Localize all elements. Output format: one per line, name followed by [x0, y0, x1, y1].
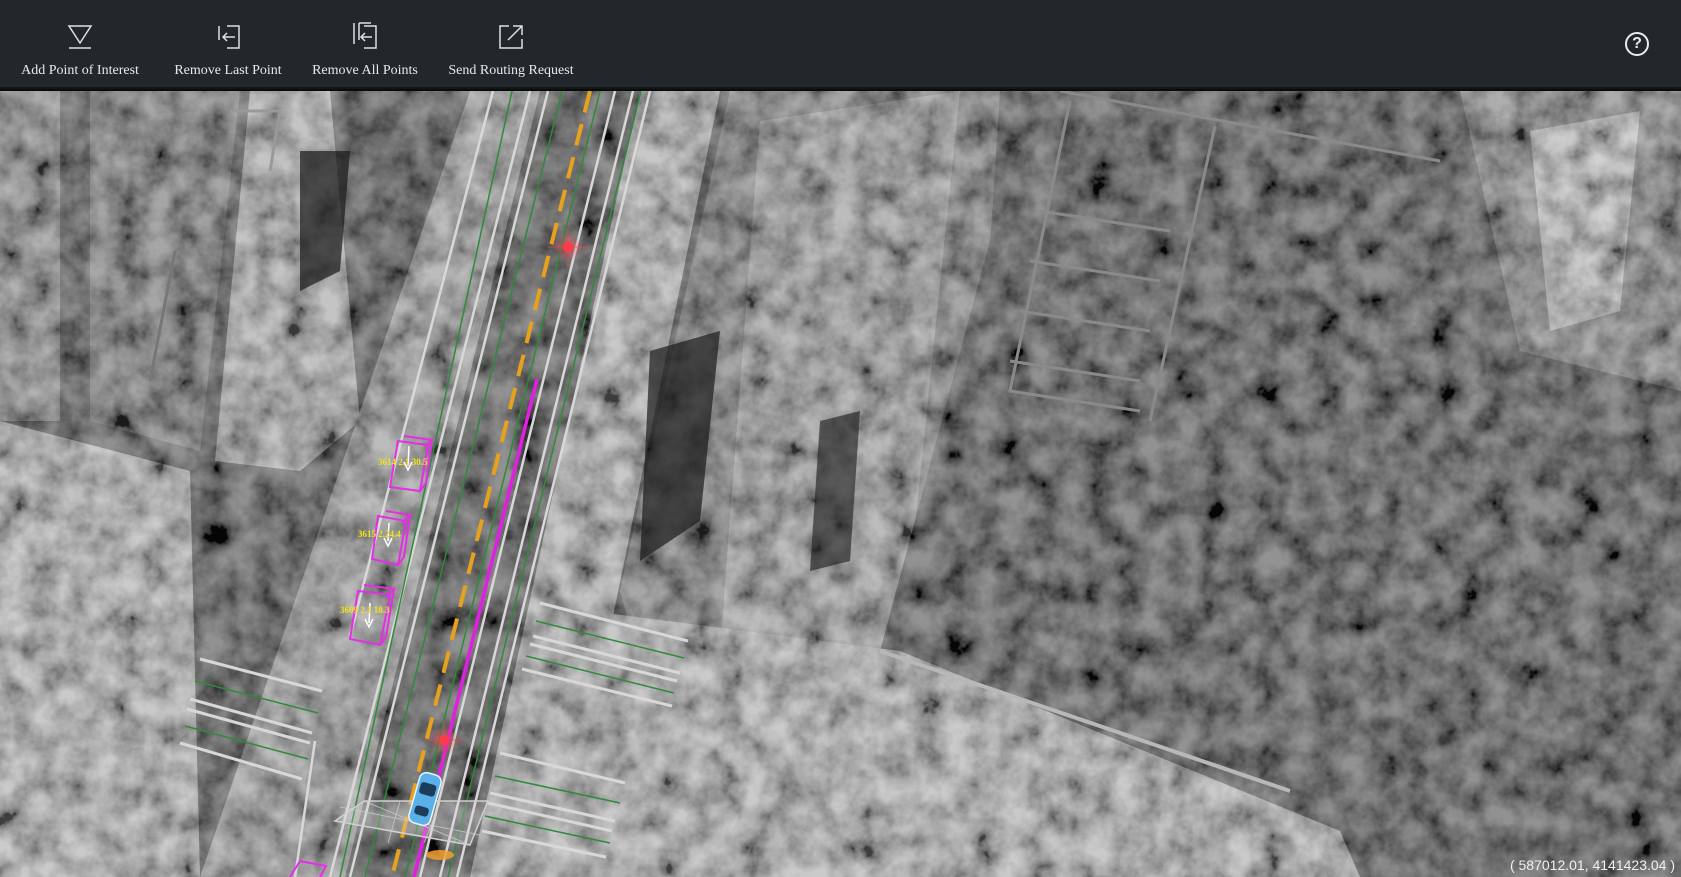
- obstacle-label: 3614 2.1 30.5: [378, 457, 428, 467]
- remove-last-point-icon: [218, 25, 240, 49]
- help-icon: ?: [1632, 35, 1642, 52]
- send-routing-request-icon: [499, 25, 523, 49]
- remove-all-points-label: Remove All Points: [312, 63, 418, 78]
- send-routing-request-label: Send Routing Request: [448, 63, 574, 78]
- aerial-imagery: [0, 91, 1681, 877]
- obstacle-label: 3609 2.1 18.3: [340, 605, 390, 615]
- map-canvas: 3614 2.1 30.5 3615 2.24.4 3609 2.1 18.3: [0, 91, 1681, 877]
- add-point-of-interest-button[interactable]: Add Point of Interest: [21, 0, 139, 89]
- add-point-of-interest-label: Add Point of Interest: [21, 63, 139, 78]
- remove-all-points-icon: [353, 22, 377, 49]
- send-routing-request-button[interactable]: Send Routing Request: [446, 0, 576, 89]
- remove-all-points-button[interactable]: Remove All Points: [310, 0, 420, 89]
- remove-last-point-button[interactable]: Remove Last Point: [172, 0, 284, 89]
- ego-heading-marker: [426, 850, 454, 860]
- obstacle-label: 3615 2.24.4: [358, 529, 401, 539]
- help-button[interactable]: ?: [1625, 32, 1649, 56]
- coordinate-readout: ( 587012.01, 4141423.04 ): [1509, 857, 1675, 873]
- map-view[interactable]: 3614 2.1 30.5 3615 2.24.4 3609 2.1 18.3 …: [0, 91, 1681, 877]
- add-point-icon: [67, 25, 93, 49]
- remove-last-point-label: Remove Last Point: [174, 63, 282, 78]
- routing-toolbar: Add Point of Interest Remove Last Point …: [0, 0, 1681, 89]
